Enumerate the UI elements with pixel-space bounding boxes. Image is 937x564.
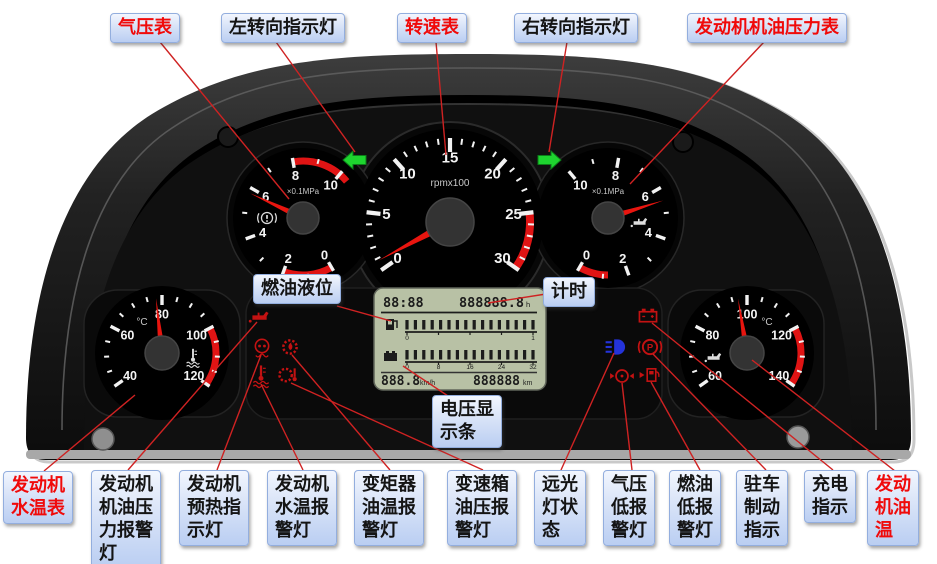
callout-transmission-warning: 变速箱 油压报 警灯 [447, 470, 517, 546]
oil-pressure-gauge-hub [592, 202, 624, 234]
callout-tachometer: 转速表 [397, 13, 467, 43]
svg-text:1: 1 [531, 335, 535, 342]
screw-bottom-right [787, 426, 809, 448]
callout-charge-indicator: 充电 指示 [804, 470, 856, 523]
lcd-hour-unit: h [526, 300, 530, 309]
oil-pressure-gauge-number: 6 [642, 189, 649, 204]
callout-oil-pressure-warning: 发动机 机油压 力报警 灯 [91, 470, 161, 564]
oil-pressure-gauge-number: 2 [619, 251, 626, 266]
svg-text:0: 0 [405, 335, 409, 342]
screw-bottom-left [92, 428, 114, 450]
svg-text:24: 24 [498, 364, 506, 371]
oil-temp-gauge-unit: °C [761, 317, 772, 328]
oil-pressure-gauge-unit: ×0.1MPa [592, 187, 625, 196]
callout-preheat-indicator: 发动机 预热指 示灯 [179, 470, 249, 546]
water-temp-gauge-unit: °C [136, 317, 147, 328]
screw-top-left [218, 127, 238, 147]
water-temp-gauge: 406080100120°C [95, 286, 229, 420]
lcd-odometer: 888888 [473, 374, 520, 389]
water-temp-gauge-number: 100 [186, 328, 207, 342]
callout-right-turn-indicator: 右转向指示灯 [514, 13, 638, 43]
callout-air-low-warning: 气压 低报 警灯 [603, 470, 655, 546]
air-pressure-gauge-number: 10 [323, 178, 337, 193]
tachometer-number: 15 [442, 150, 459, 167]
tachometer-number: 25 [505, 206, 522, 223]
tachometer-hub [426, 198, 474, 246]
svg-text:32: 32 [529, 364, 537, 371]
oil-temp-gauge-number: 80 [705, 328, 719, 342]
callout-left-turn-indicator: 左转向指示灯 [221, 13, 345, 43]
lcd-clock: 88:88 [383, 295, 424, 311]
callout-parking-brake: 驻车 制动 指示 [736, 470, 788, 546]
oil-pressure-gauge-number: 8 [612, 168, 619, 183]
callout-voltage-bar: 电压显 示条 [432, 395, 502, 448]
water-temp-gauge-number: 120 [184, 369, 205, 383]
svg-text:8: 8 [437, 364, 441, 371]
lcd-speed: 888.8 [381, 374, 420, 389]
water-temp-gauge-number: 60 [120, 328, 134, 342]
tachometer-number: 5 [382, 206, 390, 223]
callout-fuel-low-warning: 燃油 低报 警灯 [669, 470, 721, 546]
air-pressure-gauge-number: 2 [285, 251, 292, 266]
callout-fuel-level: 燃油液位 [253, 274, 341, 304]
svg-text:P: P [647, 342, 654, 353]
tachometer-unit: rpmx100 [431, 178, 470, 189]
callout-hour-meter: 计时 [543, 277, 595, 307]
callout-water-temp-warning: 发动机 水温报 警灯 [267, 470, 337, 546]
air-pressure-gauge-number: 8 [292, 168, 299, 183]
callout-torque-converter-warning: 变矩器 油温报 警灯 [354, 470, 424, 546]
tachometer-number: 30 [494, 250, 511, 267]
callout-oil-temp-gauge: 发动 机油 温 [867, 470, 919, 546]
tachometer-number: 20 [484, 166, 501, 183]
oil-pressure-gauge-number: 10 [573, 178, 587, 193]
water-temp-gauge-number: 40 [123, 369, 137, 383]
oil-temp-gauge-number: 120 [771, 328, 792, 342]
air-pressure-gauge-unit: ×0.1MPa [287, 187, 320, 196]
water-temp-gauge-hub [145, 336, 179, 370]
air-pressure-gauge-number: 4 [259, 225, 267, 240]
tachometer-number: 10 [399, 166, 416, 183]
callout-water-temp-gauge: 发动机 水温表 [3, 471, 73, 524]
dashboard-diagram-page: 0246810×0.1MPa051015202530rpmx1000246810… [0, 0, 937, 564]
svg-text:16: 16 [466, 364, 474, 371]
high-beam-icon [606, 339, 625, 354]
oil-pressure-gauge-number: 0 [583, 248, 590, 263]
cluster-bottom-rim [26, 450, 911, 459]
oil-pressure-gauge: 0 2 4 6 8 10 ×0.1MPa [538, 148, 678, 288]
lcd-odometer-unit: km [523, 380, 533, 387]
oil-pressure-gauge-number: 4 [645, 225, 653, 240]
lcd-display: 88:88888888.8h0108162432888.8km/h888888k… [374, 288, 546, 390]
air-pressure-gauge: 0246810×0.1MPa [233, 148, 373, 288]
callout-high-beam-status: 远光 灯状 态 [534, 470, 586, 546]
air-pressure-gauge-number: 0 [321, 248, 328, 263]
tachometer: 051015202530rpmx100 [357, 129, 543, 315]
callout-air-pressure-gauge: 气压表 [110, 13, 180, 43]
air-pressure-gauge-hub [287, 202, 319, 234]
callout-engine-oil-pressure-gauge: 发动机机油压力表 [687, 13, 847, 43]
